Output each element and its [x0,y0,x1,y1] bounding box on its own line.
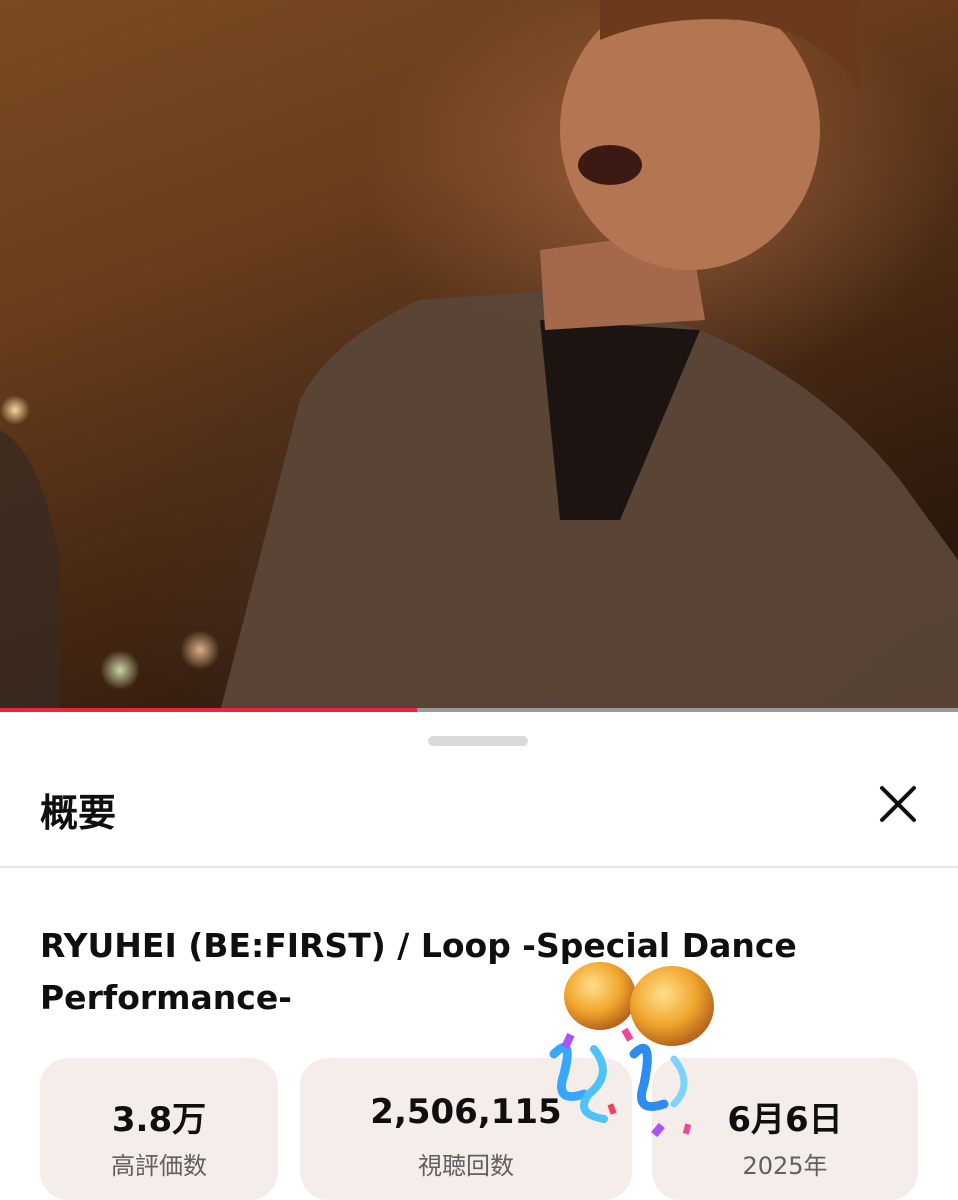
drag-handle[interactable] [428,736,528,746]
likes-stat: 3.8万 高評価数 [40,1058,278,1200]
upload-year: 2025年 [742,1152,828,1180]
close-button[interactable] [870,776,926,832]
views-label: 視聴回数 [418,1152,514,1180]
party-popper-sticker-icon [549,962,714,1138]
likes-label: 高評価数 [111,1152,207,1180]
description-sheet: 概要 RYUHEI (BE:FIRST) / Loop -Special Dan… [0,714,958,1200]
video-player[interactable] [0,0,958,712]
progress-played [0,708,417,712]
sheet-title: 概要 [40,791,117,835]
likes-count: 3.8万 [111,1100,207,1140]
video-frame-figure [0,0,958,712]
video-progress-bar[interactable] [0,708,958,712]
video-title: RYUHEI (BE:FIRST) / Loop -Special Dance … [40,926,797,1017]
divider [0,866,958,868]
close-icon [880,786,916,822]
